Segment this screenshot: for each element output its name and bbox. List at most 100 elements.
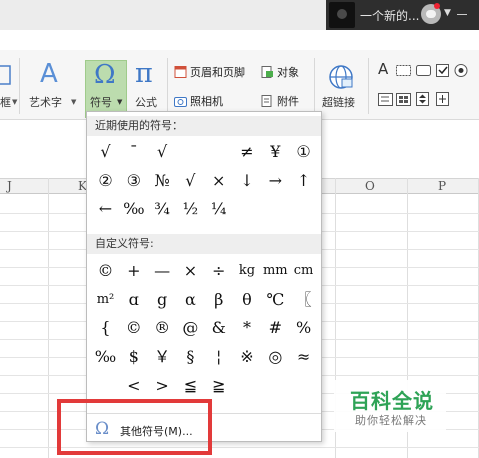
header-footer-label: 页眉和页脚 xyxy=(190,66,245,79)
custom-symbol[interactable]: m² xyxy=(92,286,119,314)
custom-symbol[interactable]: ɑ xyxy=(120,286,147,314)
formula-button[interactable]: π 公式 xyxy=(131,50,163,120)
custom-symbol[interactable]: * xyxy=(234,314,261,342)
custom-symbol[interactable]: @ xyxy=(177,314,204,342)
recent-symbol[interactable]: ② xyxy=(92,167,119,195)
custom-symbol[interactable]: ÷ xyxy=(205,257,232,285)
recent-symbol[interactable]: ① xyxy=(290,138,317,166)
custom-symbol[interactable]: g xyxy=(149,286,176,314)
recent-symbol[interactable]: √ xyxy=(177,167,204,195)
custom-symbol[interactable]: # xyxy=(262,314,289,342)
camera-button[interactable]: 照相机 xyxy=(174,93,223,109)
custom-symbol[interactable]: ≦ xyxy=(177,372,204,400)
toolbar-divider xyxy=(167,58,168,114)
recent-symbol[interactable]: ③ xyxy=(120,167,147,195)
custom-symbols-heading: 自定义符号: xyxy=(87,234,321,254)
camera-icon xyxy=(174,97,187,107)
custom-symbol xyxy=(92,372,119,400)
custom-symbol[interactable]: % xyxy=(290,314,317,342)
custom-symbol[interactable]: ※ xyxy=(234,343,261,371)
checkbox-icon[interactable] xyxy=(436,63,450,77)
custom-symbol[interactable]: ℃ xyxy=(262,286,289,314)
recent-symbol[interactable]: ‰ xyxy=(120,195,147,223)
custom-symbol[interactable]: 〖 xyxy=(290,286,317,314)
recent-symbol[interactable]: ¾ xyxy=(149,195,176,223)
recent-symbol[interactable]: ¥ xyxy=(262,138,289,166)
custom-symbol[interactable]: ‰ xyxy=(92,343,119,371)
recent-symbol[interactable]: → xyxy=(262,167,289,195)
wordart-button[interactable]: A 艺术字 ▼ xyxy=(26,50,80,120)
custom-symbol[interactable]: ◎ xyxy=(262,343,289,371)
header-footer-button[interactable]: 页眉和页脚 xyxy=(174,64,245,80)
watermark-subtitle: 助你轻松解决 xyxy=(355,414,427,427)
attachment-icon xyxy=(261,95,272,107)
custom-symbol[interactable]: ® xyxy=(149,314,176,342)
custom-symbol[interactable]: kg xyxy=(234,257,261,285)
chevron-down-icon[interactable]: ▼ xyxy=(444,8,451,18)
custom-symbol[interactable]: § xyxy=(177,343,204,371)
column-header-o[interactable]: O xyxy=(365,179,375,193)
custom-symbol[interactable]: mm xyxy=(262,257,289,285)
recent-symbol[interactable]: ¼ xyxy=(205,195,232,223)
custom-symbol[interactable]: α xyxy=(177,286,204,314)
custom-symbol[interactable]: $ xyxy=(120,343,147,371)
hyperlink-button[interactable]: 超链接 xyxy=(320,50,362,120)
account-name[interactable]: 一个新的... xyxy=(360,7,419,24)
list-box-icon[interactable] xyxy=(396,92,412,106)
recent-symbol[interactable]: ↑ xyxy=(290,167,317,195)
toolbar-divider xyxy=(314,58,315,114)
minimize-icon[interactable] xyxy=(457,14,467,15)
label-control-icon[interactable] xyxy=(396,63,412,77)
radio-icon[interactable] xyxy=(454,63,468,77)
rectangle-icon[interactable] xyxy=(416,63,432,77)
custom-symbol[interactable]: cm xyxy=(290,257,317,285)
custom-symbol[interactable]: © xyxy=(92,257,119,285)
chevron-down-icon: ▼ xyxy=(71,98,77,106)
custom-symbol[interactable]: ≈ xyxy=(290,343,317,371)
chevron-down-icon: ▼ xyxy=(12,98,18,106)
watermark-title: 百科全说 xyxy=(350,389,434,413)
recent-symbol[interactable]: √ xyxy=(149,138,176,166)
camera-label: 照相机 xyxy=(190,95,223,108)
recent-symbol[interactable]: ↓ xyxy=(234,167,261,195)
highlight-annotation xyxy=(57,399,212,455)
recent-symbol[interactable]: √ xyxy=(92,138,119,166)
scrollbar-icon[interactable] xyxy=(436,92,450,106)
recent-symbol[interactable]: ¯ xyxy=(120,138,147,166)
attachment-button[interactable]: 附件 xyxy=(261,93,299,109)
recent-symbol[interactable]: ← xyxy=(92,195,119,223)
spinner-icon[interactable] xyxy=(416,92,430,106)
account-area[interactable]: 一个新的... ▼ xyxy=(326,0,479,30)
recent-symbol[interactable]: № xyxy=(149,167,176,195)
custom-symbol[interactable]: — xyxy=(149,257,176,285)
avatar[interactable] xyxy=(329,2,355,28)
custom-symbol[interactable]: > xyxy=(149,372,176,400)
recent-symbol[interactable]: ½ xyxy=(177,195,204,223)
symbol-button[interactable]: Ω 符号 ▼ xyxy=(85,50,127,120)
custom-symbol[interactable]: & xyxy=(205,314,232,342)
recent-symbol[interactable]: × xyxy=(205,167,232,195)
custom-symbol[interactable]: ≧ xyxy=(205,372,232,400)
custom-symbol[interactable]: + xyxy=(120,257,147,285)
custom-symbol[interactable]: ￥ xyxy=(149,343,176,371)
custom-symbol[interactable]: θ xyxy=(234,286,261,314)
custom-symbol[interactable]: < xyxy=(120,372,147,400)
custom-symbol[interactable]: ¦ xyxy=(205,343,232,371)
column-header-p[interactable]: P xyxy=(438,179,446,193)
omega-icon: Ω xyxy=(94,60,116,90)
object-button[interactable]: 对象 xyxy=(261,64,299,80)
watermark: 百科全说 助你轻松解决 xyxy=(334,380,446,432)
combo-box-icon[interactable] xyxy=(378,92,394,106)
insert-toolbar: 框 ▼ A 艺术字 ▼ Ω 符号 ▼ π 公式 页眉和页脚 对象 照相机 附件 xyxy=(0,50,479,120)
object-label: 对象 xyxy=(277,66,299,79)
custom-symbol[interactable]: © xyxy=(120,314,147,342)
hyperlink-icon xyxy=(329,65,353,89)
custom-symbol[interactable]: × xyxy=(177,257,204,285)
text-box-button[interactable]: 框 ▼ xyxy=(0,50,20,120)
custom-symbol[interactable]: { xyxy=(92,314,119,342)
member-badge-icon[interactable] xyxy=(421,3,441,24)
text-icon[interactable]: A xyxy=(378,60,388,78)
column-header-j[interactable]: J xyxy=(7,179,12,193)
recent-symbol[interactable]: ≠ xyxy=(234,138,261,166)
custom-symbol[interactable]: β xyxy=(205,286,232,314)
